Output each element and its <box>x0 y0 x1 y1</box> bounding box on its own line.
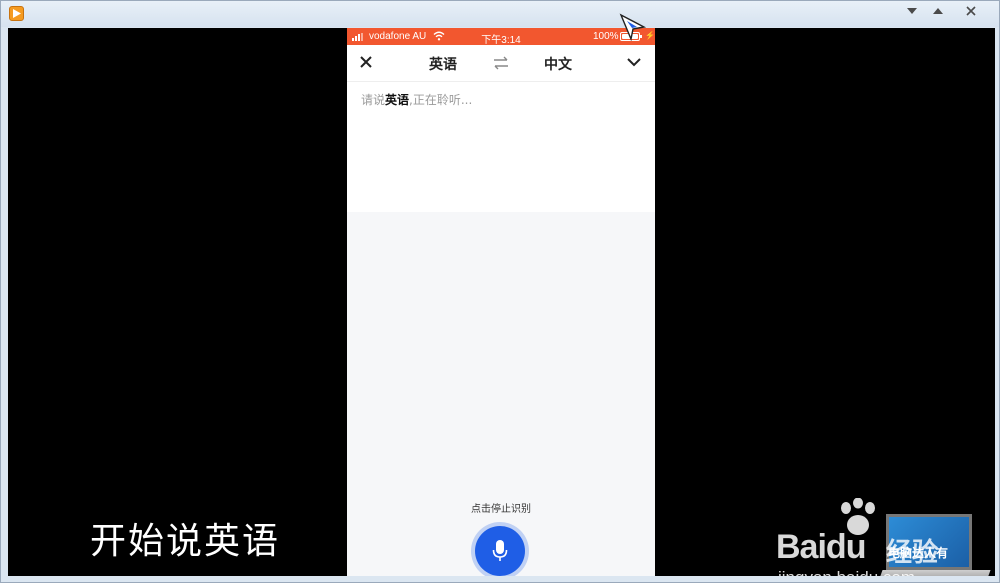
listening-prompt: 请说英语,正在聆听... <box>361 91 472 108</box>
minimize-button[interactable] <box>899 1 925 21</box>
mouse-pointer-icon <box>619 13 647 41</box>
maximize-icon <box>933 8 943 14</box>
phone-screen: vodafone AU 下午3:14 100% ⚡ 英语 中文 请说英语,正在聆… <box>347 28 655 576</box>
microphone-icon <box>492 540 508 561</box>
maximize-button[interactable] <box>925 1 951 21</box>
video-caption: 开始说英语 <box>90 521 281 562</box>
baidu-logo: Baidu <box>776 528 867 567</box>
minimize-icon <box>907 8 917 14</box>
battery-percent: 100% <box>593 31 619 42</box>
speech-input-area[interactable]: 请说英语,正在聆听... <box>347 82 655 212</box>
logo-du: du <box>825 528 867 566</box>
prompt-prefix: 请说 <box>361 93 386 107</box>
stop-recognition-hint: 点击停止识别 <box>471 504 531 515</box>
jingyan-logo: 经验 <box>886 538 939 568</box>
close-icon[interactable] <box>357 53 375 71</box>
status-bar: vodafone AU 下午3:14 100% ⚡ <box>347 28 655 46</box>
baidu-jingyan-watermark: 电脑达人有 Baidu 经验 jingyan.baidu.com <box>768 498 993 576</box>
close-window-icon <box>966 6 976 16</box>
app-icon <box>9 6 24 21</box>
swap-icon[interactable] <box>491 55 511 71</box>
prompt-suffix: ,正在聆听... <box>409 93 473 107</box>
chevron-down-icon[interactable] <box>626 55 642 69</box>
logo-bai: Bai <box>776 528 827 566</box>
watermark-url: jingyan.baidu.com <box>778 568 915 576</box>
prompt-language: 英语 <box>385 93 410 107</box>
video-area: vodafone AU 下午3:14 100% ⚡ 英语 中文 请说英语,正在聆… <box>8 28 995 576</box>
source-language-button[interactable]: 英语 <box>423 54 463 74</box>
translate-nav-bar: 英语 中文 <box>347 45 655 82</box>
close-window-button[interactable] <box>958 1 984 21</box>
title-bar[interactable] <box>1 1 999 27</box>
player-window: vodafone AU 下午3:14 100% ⚡ 英语 中文 请说英语,正在聆… <box>0 0 1000 583</box>
microphone-button[interactable] <box>475 526 525 576</box>
target-language-button[interactable]: 中文 <box>538 54 578 74</box>
